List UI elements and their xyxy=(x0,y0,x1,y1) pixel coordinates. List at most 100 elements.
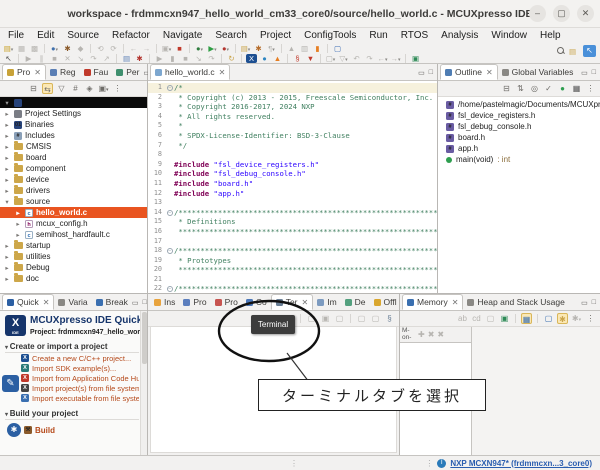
open-resource-icon[interactable]: ▤▾ xyxy=(240,44,251,53)
coverage-icon[interactable]: ▣▾ xyxy=(161,44,172,53)
tab-ins[interactable]: Ins xyxy=(150,294,179,310)
chevron-right-icon[interactable]: ▸ xyxy=(3,143,11,151)
pause-group-icon[interactable]: ▮ xyxy=(167,54,178,63)
tab-quick[interactable]: Quick✕ xyxy=(2,294,54,310)
stack-usage-icon[interactable]: ▥ xyxy=(299,44,310,53)
terminate-icon[interactable]: ■ xyxy=(49,54,60,63)
linked-icon[interactable]: ▦ xyxy=(571,83,582,94)
tab-offl[interactable]: Offl xyxy=(370,294,401,310)
menu-item-source[interactable]: Source xyxy=(67,30,99,41)
paste-icon[interactable]: ▢ xyxy=(370,313,381,324)
tab-co[interactable]: Co xyxy=(242,294,271,310)
trace-icon[interactable]: ▲ xyxy=(286,44,297,53)
copy-icon[interactable]: ▢ xyxy=(356,313,367,324)
tab-im[interactable]: Im xyxy=(313,294,340,310)
menu-item-file[interactable]: File xyxy=(8,30,24,41)
open-terminal-icon[interactable]: ▢ xyxy=(306,313,317,324)
prev-edit-icon[interactable]: ←▾ xyxy=(377,54,388,63)
pin-editor-icon[interactable]: ▢▾ xyxy=(325,54,336,63)
run-icon[interactable]: ▶▾ xyxy=(207,44,218,53)
tree-item-cmsis[interactable]: ▸CMSIS xyxy=(0,141,147,152)
next-annotation-icon[interactable]: ↷ xyxy=(364,54,375,63)
prev-annotation-icon[interactable]: ↶ xyxy=(351,54,362,63)
maximize-icon[interactable]: □ xyxy=(429,69,433,77)
tree-item-device[interactable]: ▸device xyxy=(0,174,147,185)
add-monitor-icon[interactable]: ✚ xyxy=(418,330,425,339)
focus-icon[interactable]: # xyxy=(70,83,81,94)
tree-item-debug[interactable]: ▸Debug xyxy=(0,262,147,273)
tree-item-board[interactable]: ▸board xyxy=(0,152,147,163)
tree-item-drivers[interactable]: ▸drivers xyxy=(0,185,147,196)
minimize-icon[interactable]: ▭ xyxy=(418,69,425,77)
close-icon[interactable]: ✕ xyxy=(43,298,50,307)
search-icon[interactable] xyxy=(551,47,562,56)
x-filter-icon[interactable]: ▣▾ xyxy=(98,83,109,94)
chevron-right-icon[interactable]: ▸ xyxy=(3,121,11,129)
outline-collapse-all-icon[interactable]: ⊟ xyxy=(501,83,512,94)
link-icon[interactable]: § xyxy=(292,54,303,63)
tree-item-mcux-config-h[interactable]: ▸hmcux_config.h xyxy=(0,218,147,229)
menu-item-window[interactable]: Window xyxy=(491,30,527,41)
minimize-icon[interactable]: ▭ xyxy=(581,299,588,307)
fold-icon[interactable]: − xyxy=(167,248,173,254)
menu-item-project[interactable]: Project xyxy=(260,30,291,41)
tab-heap-and-stack-usage[interactable]: Heap and Stack Usage xyxy=(463,294,568,310)
sort-icon[interactable]: ⇅ xyxy=(515,83,526,94)
maximize-icon[interactable]: □ xyxy=(592,69,596,77)
suspend-icon[interactable]: ∥ xyxy=(36,54,47,63)
tree-item-startup[interactable]: ▸startup xyxy=(0,240,147,251)
tab-hello-world-c[interactable]: hello_world.c✕ xyxy=(150,64,230,80)
tree-item-component[interactable]: ▸component xyxy=(0,163,147,174)
tab-fau[interactable]: Fau xyxy=(80,64,113,80)
tree-item-project-root[interactable]: ▾ xyxy=(0,97,147,108)
outline-item[interactable]: #fsl_debug_console.h xyxy=(438,121,600,132)
quickstart-item-import-project-s-from-file-system[interactable]: XImport project(s) from file system... xyxy=(5,383,139,393)
chevron-down-icon[interactable]: ▾ xyxy=(3,99,11,107)
outline-item[interactable]: #app.h xyxy=(438,143,600,154)
section-header-build-your-project[interactable]: ▾ Build your project xyxy=(5,409,139,420)
filter-tree-icon[interactable]: ▽ xyxy=(56,83,67,94)
next-edit-icon[interactable]: →▾ xyxy=(390,54,401,63)
outline-menu-icon[interactable]: ⋮ xyxy=(585,83,596,94)
hide-fields-icon[interactable]: ◎ xyxy=(529,83,540,94)
quickstart-item-import-sdk-example-s[interactable]: XImport SDK example(s)... xyxy=(5,363,139,373)
selection-tool-icon[interactable]: ↖ xyxy=(3,54,14,63)
bootloader-icon[interactable]: ▼ xyxy=(305,54,316,63)
export-icon[interactable]: ▣ xyxy=(499,313,510,324)
chevron-right-icon[interactable]: ▸ xyxy=(3,176,11,184)
step-return-icon[interactable]: ↗ xyxy=(101,54,112,63)
tab-global-variables[interactable]: Global Variables xyxy=(498,64,578,80)
filter-icon[interactable]: ▽▾ xyxy=(338,54,349,63)
maximize-icon[interactable]: □ xyxy=(143,299,147,307)
tab-per[interactable]: Per xyxy=(112,64,143,80)
quickstart-item-create-a-new-c-c-project[interactable]: XCreate a new C/C++ project... xyxy=(5,353,139,363)
menu-item-analysis[interactable]: Analysis xyxy=(441,30,478,41)
maximize-icon[interactable]: □ xyxy=(592,299,596,307)
timer-icon[interactable]: ▮ xyxy=(312,44,323,53)
remove-monitor-icon[interactable]: ✖ xyxy=(428,330,435,339)
section-header-create-or-import-a-project[interactable]: ▾ Create or import a project xyxy=(5,342,139,353)
ip-config-icon[interactable]: ▢ xyxy=(332,44,343,53)
menu-item-help[interactable]: Help xyxy=(540,30,561,41)
chevron-right-icon[interactable]: ▸ xyxy=(3,253,11,261)
hide-non-public-icon[interactable]: ● xyxy=(557,83,568,94)
monitor-view-icon[interactable]: ▢ xyxy=(543,313,554,324)
fold-icon[interactable]: − xyxy=(167,286,173,292)
chevron-right-icon[interactable]: ▸ xyxy=(14,209,22,217)
tree-item-semihost-hardfault-c[interactable]: ▸csemihost_hardfault.c xyxy=(0,229,147,240)
chevron-right-icon[interactable]: ▸ xyxy=(3,110,11,118)
step-into-icon[interactable]: ↘ xyxy=(75,54,86,63)
menu-item-search[interactable]: Search xyxy=(215,30,247,41)
tab-reg[interactable]: Reg xyxy=(46,64,80,80)
probe-discovery-icon[interactable]: ●▾ xyxy=(49,44,60,53)
menu-item-configtools[interactable]: ConfigTools xyxy=(304,30,356,41)
globe-icon[interactable]: ● xyxy=(259,54,270,63)
clean-icon[interactable]: ◆ xyxy=(75,44,86,53)
link-with-editor-icon[interactable]: ⇆ xyxy=(42,83,53,94)
outline-item[interactable]: main(void) : int xyxy=(438,154,600,165)
maximize-button[interactable]: ▢ xyxy=(553,5,570,22)
mark-occurrences-icon[interactable]: ✱ xyxy=(253,44,264,53)
connect-icon[interactable]: ▣ xyxy=(320,313,331,324)
minimize-icon[interactable]: ▭ xyxy=(132,299,139,307)
quickstart-scrollbar[interactable] xyxy=(140,311,147,455)
